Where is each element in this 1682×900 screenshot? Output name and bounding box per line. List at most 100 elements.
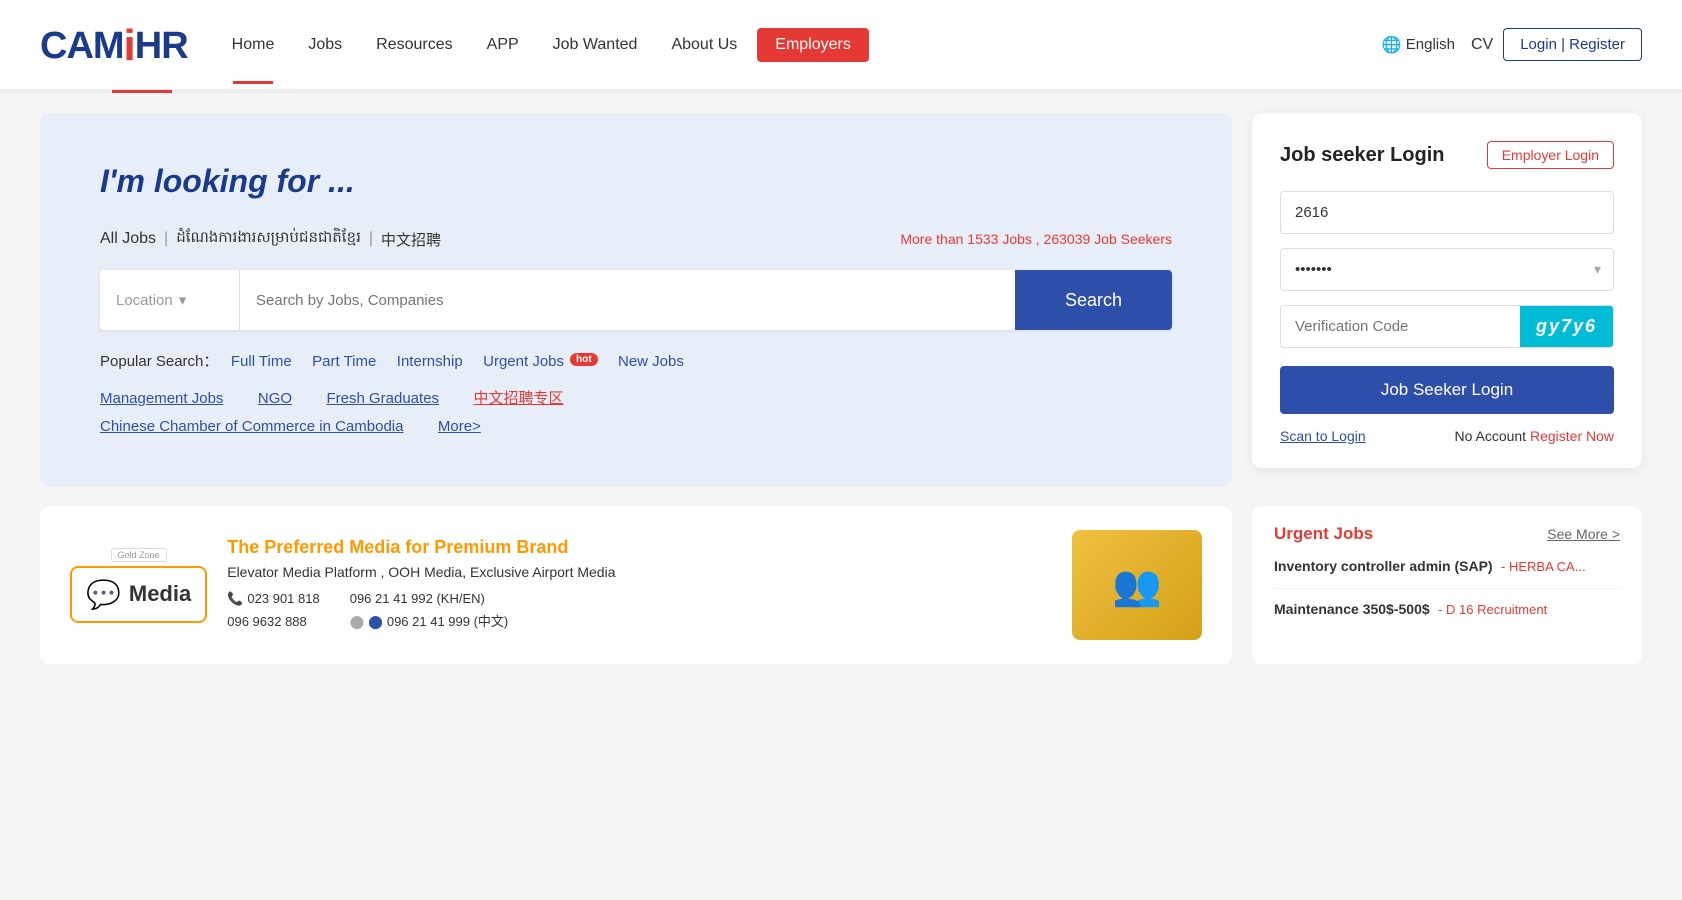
media-logo-text: Media [129,581,191,607]
bottom-section: Gold Zone 💬 Media The Preferred Media fo… [0,506,1682,684]
password-toggle-icon[interactable]: ▾ [1582,261,1613,278]
dot-gray-icon: ⬤ [350,611,365,633]
captcha-field-group: gy7y6 [1280,305,1614,348]
login-panel: Job seeker Login Employer Login ▾ gy7y6 … [1252,113,1642,486]
urgent-job-item-2: Maintenance 350$-500$ - D 16 Recruitment [1274,601,1620,631]
job-count: More than 1533 Jobs , 263039 Job Seekers [900,231,1172,247]
login-register-button[interactable]: Login | Register [1503,28,1642,61]
location-label: Location [116,292,173,309]
phone-icon-1: 📞 [227,588,243,610]
nav-jobs[interactable]: Jobs [294,28,356,62]
ad-subtitle: Elevator Media Platform , OOH Media, Exc… [227,564,1052,580]
phone-2: 096 9632 888 [227,611,319,633]
urgent-jobs-panel: Urgent Jobs See More > Inventory control… [1252,506,1642,664]
phone-1: 023 901 818 [247,588,319,610]
more-links: Management Jobs NGO Fresh Graduates 中文招聘… [100,387,1172,408]
popular-label: Popular Search： [100,353,218,370]
logo-text: CAMiHR [40,22,188,68]
cv-link[interactable]: CV [1471,36,1493,54]
link-chinese-chamber[interactable]: Chinese Chamber of Commerce in Cambodia [100,418,403,435]
tag-new-jobs[interactable]: New Jobs [618,353,684,370]
dot-blue-icon: ⬤ [368,611,383,633]
captcha-row: gy7y6 [1280,305,1614,348]
nav-job-wanted[interactable]: Job Wanted [539,28,652,62]
job-seeker-login-button[interactable]: Job Seeker Login [1280,366,1614,414]
hero-title: I'm looking for ... [100,163,1172,200]
khmer-jobs-link[interactable]: ដំណែងការងារសម្រាប់ជនជាតិខ្មែរ [176,228,361,250]
ad-logo-area: Gold Zone 💬 Media [70,548,207,623]
tag-internship[interactable]: Internship [397,353,463,370]
urgent-job-title-2[interactable]: Maintenance 350$-500$ - D 16 Recruitment [1274,601,1620,619]
media-icon: 💬 [86,578,121,611]
separator-2: | [369,230,373,248]
more-links-2: Chinese Chamber of Commerce in Cambodia … [100,418,1172,436]
ad-contact-col-2: 096 21 41 992 (KH/EN) ⬤ ⬤ 096 21 41 999 … [350,588,509,632]
ad-image: 👥 [1072,530,1202,640]
phone-4: 096 21 41 999 (中文) [387,611,508,633]
urgent-job-title-1[interactable]: Inventory controller admin (SAP) - HERBA… [1274,558,1620,576]
urgent-job-item-1: Inventory controller admin (SAP) - HERBA… [1274,558,1620,589]
main-content: I'm looking for ... All Jobs | ដំណែងការង… [0,93,1682,506]
urgent-jobs-title: Urgent Jobs [1274,524,1373,544]
see-more-link[interactable]: See More > [1547,526,1620,542]
login-footer: Scan to Login No Account Register Now [1280,428,1614,444]
header-right: 🌐 English CV Login | Register [1382,28,1642,61]
nav-app[interactable]: APP [473,28,533,62]
login-title: Job seeker Login [1280,144,1445,167]
search-button[interactable]: Search [1015,270,1172,330]
all-jobs-link[interactable]: All Jobs [100,230,156,248]
no-account-text: No Account Register Now [1454,428,1614,444]
chinese-jobs-link[interactable]: 中文招聘 [381,229,441,250]
ad-content: The Preferred Media for Premium Brand El… [227,537,1052,632]
username-input[interactable] [1280,191,1614,234]
header: CAMiHR Home Jobs Resources APP Job Wante… [0,0,1682,90]
hot-badge: hot [570,353,598,366]
nav-about-us[interactable]: About Us [657,28,751,62]
link-management-jobs[interactable]: Management Jobs [100,390,223,407]
header-divider [0,90,1682,93]
link-more[interactable]: More> [438,418,481,435]
captcha-input[interactable] [1281,306,1520,347]
separator-1: | [164,230,168,248]
chevron-down-icon: ▾ [179,291,187,309]
tag-urgent-link[interactable]: Urgent Jobs [483,353,564,370]
nav-resources[interactable]: Resources [362,28,466,62]
language-selector[interactable]: 🌐 English [1382,35,1455,55]
main-nav: Home Jobs Resources APP Job Wanted About… [218,28,1382,62]
password-input[interactable] [1281,249,1582,290]
ad-contacts: 📞 023 901 818 096 9632 888 096 21 41 992… [227,588,1052,632]
link-fresh-graduates[interactable]: Fresh Graduates [326,390,439,407]
password-field-group: ▾ [1280,248,1614,291]
captcha-image[interactable]: gy7y6 [1520,306,1613,347]
login-card: Job seeker Login Employer Login ▾ gy7y6 … [1252,113,1642,468]
logo[interactable]: CAMiHR [40,22,188,68]
nav-employers[interactable]: Employers [757,28,869,62]
nav-home[interactable]: Home [218,28,289,62]
tag-full-time[interactable]: Full Time [231,353,292,370]
tag-part-time[interactable]: Part Time [312,353,376,370]
hero-panel: I'm looking for ... All Jobs | ដំណែងការង… [40,113,1232,486]
link-chinese-zone[interactable]: 中文招聘专区 [474,387,564,408]
login-header: Job seeker Login Employer Login [1280,141,1614,169]
password-row: ▾ [1280,248,1614,291]
register-now-link[interactable]: Register Now [1530,428,1614,444]
globe-icon: 🌐 [1382,35,1402,55]
tag-urgent-jobs[interactable]: Urgent Jobs hot [483,353,597,370]
link-ngo[interactable]: NGO [258,390,292,407]
employer-login-button[interactable]: Employer Login [1487,141,1614,169]
search-bar: Location ▾ Search [100,270,1172,330]
ad-people-graphic: 👥 [1112,562,1162,609]
popular-search: Popular Search： Full Time Part Time Inte… [100,350,1172,371]
ad-title: The Preferred Media for Premium Brand [227,537,1052,558]
gold-zone-badge: Gold Zone [111,548,167,562]
phone-row-1: 📞 023 901 818 [227,588,319,610]
scan-to-login-link[interactable]: Scan to Login [1280,428,1366,444]
language-label: English [1406,36,1455,53]
phone-3: 096 21 41 992 (KH/EN) [350,588,509,610]
phone-row-4: ⬤ ⬤ 096 21 41 999 (中文) [350,611,509,633]
job-links: All Jobs | ដំណែងការងារសម្រាប់ជនជាតិខ្មែរ… [100,228,1172,250]
location-dropdown[interactable]: Location ▾ [100,270,240,330]
search-input[interactable] [240,270,1015,330]
ad-banner: Gold Zone 💬 Media The Preferred Media fo… [40,506,1232,664]
media-logo-box: 💬 Media [70,566,207,623]
